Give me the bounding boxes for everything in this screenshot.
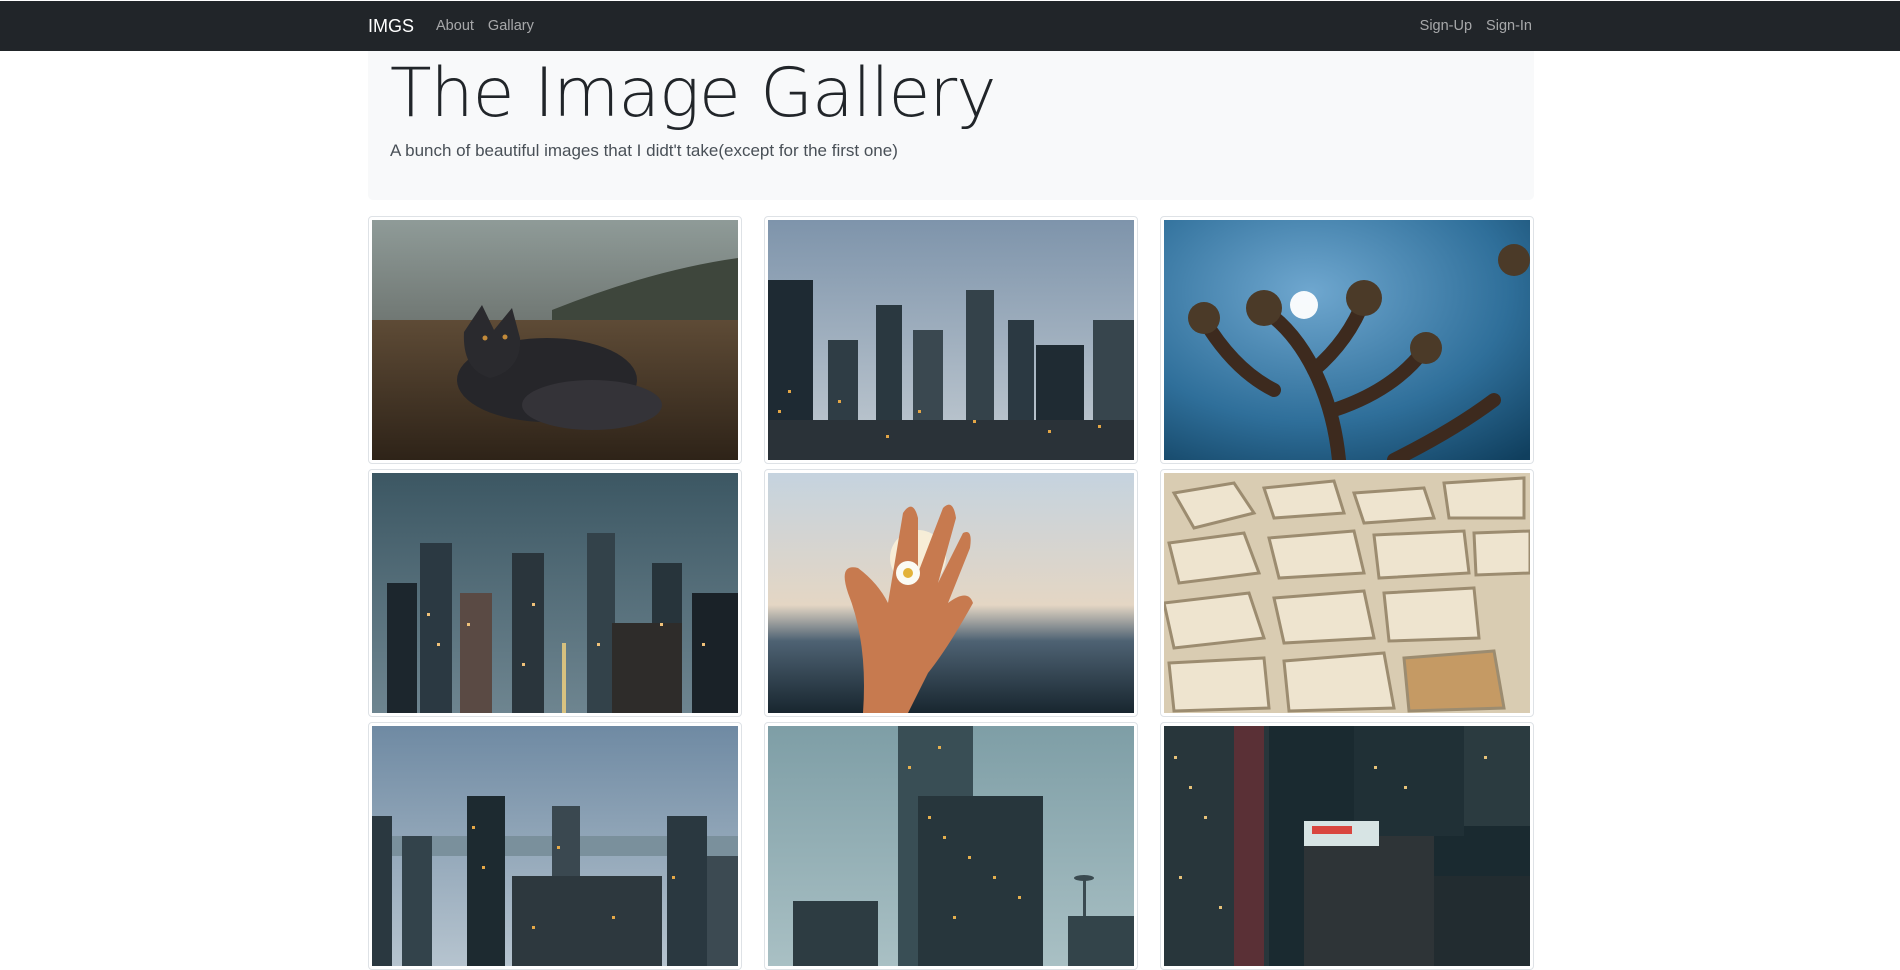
hand-holding-daisy-image <box>768 473 1134 713</box>
nav-link-about[interactable]: About <box>436 18 474 34</box>
navbar-container: IMGS About Gallary Sign-Up Sign-In <box>368 1 1532 51</box>
brand-logo[interactable]: IMGS <box>368 16 414 37</box>
salt-terraces-image <box>1164 473 1530 713</box>
arctic-fox-image <box>372 220 738 460</box>
gallery-image-salt-terraces[interactable] <box>1160 469 1534 717</box>
hero-jumbotron: The Image Gallery A bunch of beautiful i… <box>368 51 1534 200</box>
gallery-image-hand-holding-daisy[interactable] <box>764 469 1138 717</box>
gallery-image-city-skyline-overcast[interactable] <box>764 216 1138 464</box>
city-skyline-overcast-image <box>768 220 1134 460</box>
gallery-image-arctic-fox[interactable] <box>368 216 742 464</box>
city-waterfront-image <box>372 726 738 966</box>
city-night-neon-image <box>1164 726 1530 966</box>
auth-links: Sign-Up Sign-In <box>1420 18 1532 34</box>
city-night-fog-image <box>372 473 738 713</box>
gallery-image-city-night-neon[interactable] <box>1160 722 1534 970</box>
page-subtitle: A bunch of beautiful images that I didt'… <box>390 141 898 160</box>
gallery-image-skyscrapers-space-needle[interactable] <box>764 722 1138 970</box>
sign-in-link[interactable]: Sign-In <box>1486 18 1532 34</box>
page-title: The Image Gallery <box>390 54 996 133</box>
sign-up-link[interactable]: Sign-Up <box>1420 18 1472 34</box>
gallery-image-city-waterfront[interactable] <box>368 722 742 970</box>
skyscrapers-space-needle-image <box>768 726 1134 966</box>
joshua-tree-sun-image <box>1164 220 1530 460</box>
gallery-image-joshua-tree-sun[interactable] <box>1160 216 1534 464</box>
nav-link-gallary[interactable]: Gallary <box>488 18 534 34</box>
top-navbar: IMGS About Gallary Sign-Up Sign-In <box>0 1 1900 51</box>
gallery-image-city-night-fog[interactable] <box>368 469 742 717</box>
